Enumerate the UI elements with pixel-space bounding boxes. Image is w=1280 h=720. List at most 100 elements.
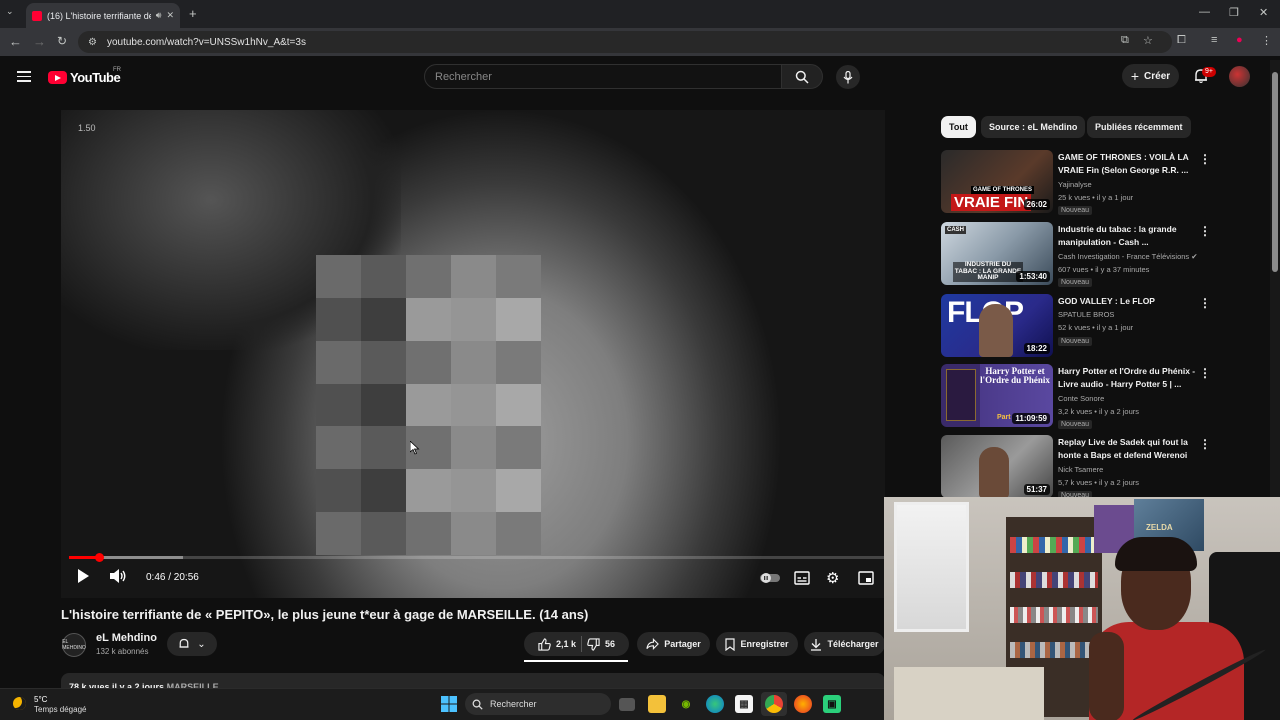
- hamburger-icon[interactable]: [17, 71, 31, 82]
- edge-icon[interactable]: [706, 695, 724, 713]
- install-icon[interactable]: ⧉: [1121, 34, 1129, 47]
- minimize-icon[interactable]: —: [1199, 6, 1210, 18]
- chip-recent[interactable]: Publiées récemment: [1087, 116, 1191, 138]
- browser-tab[interactable]: (16) L'histoire terrifiante de 🔊︎ ✕: [26, 3, 180, 28]
- like-underline: [524, 660, 628, 662]
- suggestion-item[interactable]: FLOP 18:22 GOD VALLEY : Le FLOP SPATULE …: [941, 294, 1261, 358]
- app-icon[interactable]: ▣: [823, 695, 841, 713]
- suggestion-thumbnail[interactable]: Harry Potter et l'Ordre du Phénix Part 1…: [941, 364, 1053, 427]
- subtitles-icon[interactable]: [794, 571, 810, 585]
- suggestion-channel[interactable]: SPATULE BROS: [1058, 310, 1114, 319]
- profile-icon[interactable]: ●: [1236, 34, 1243, 46]
- suggestion-stats: 52 k vues • il y a 1 jour: [1058, 323, 1134, 332]
- mosaic-block: [361, 297, 406, 341]
- task-view-icon[interactable]: [619, 698, 635, 711]
- back-icon[interactable]: ←: [9, 34, 22, 49]
- autoplay-toggle-icon[interactable]: [759, 572, 781, 584]
- suggestion-item[interactable]: GAME OF THRONES VRAIE FIN 26:02 GAME OF …: [941, 150, 1261, 215]
- chrome-icon[interactable]: [765, 695, 783, 713]
- mosaic-block: [496, 426, 541, 470]
- weather-description[interactable]: Temps dégagé: [34, 705, 86, 714]
- like-button[interactable]: 2,1 k: [538, 637, 576, 651]
- suggestion-channel[interactable]: Nick Tsamere: [1058, 465, 1103, 474]
- tab-list-icon[interactable]: ⌄: [6, 6, 14, 17]
- play-icon[interactable]: [76, 568, 90, 584]
- streamer: [1089, 537, 1244, 720]
- suggestion-channel[interactable]: Cash Investigation - France Télévisions …: [1058, 252, 1198, 261]
- settings-gear-icon[interactable]: ⚙: [826, 569, 839, 587]
- channel-avatar[interactable]: EL MEHDINO: [62, 633, 86, 657]
- create-button[interactable]: + Créer: [1122, 64, 1179, 88]
- extensions-icon[interactable]: ⧠: [1177, 34, 1186, 47]
- suggestion-item[interactable]: Harry Potter et l'Ordre du Phénix Part 1…: [941, 364, 1261, 429]
- nvidia-icon[interactable]: ◉: [677, 695, 695, 713]
- mosaic-block: [316, 426, 361, 470]
- dislike-button[interactable]: 56: [587, 637, 615, 651]
- miniplayer-icon[interactable]: [858, 571, 874, 585]
- new-tab-icon[interactable]: +: [189, 6, 197, 21]
- reload-icon[interactable]: ↻: [57, 34, 67, 48]
- suggestion-item[interactable]: CASH INDUSTRIE DU TABAC : LA GRANDE MANI…: [941, 222, 1261, 287]
- suggestion-item[interactable]: 51:37 Replay Live de Sadek qui fout la h…: [941, 435, 1261, 500]
- forward-icon[interactable]: →: [33, 34, 46, 49]
- save-label: Enregistrer: [740, 639, 789, 649]
- star-icon[interactable]: ☆: [1143, 34, 1153, 47]
- channel-name[interactable]: eL Mehdino: [96, 632, 157, 644]
- progress-bar[interactable]: [69, 553, 885, 562]
- mosaic-block: [361, 469, 406, 513]
- taskbar-search[interactable]: Rechercher: [465, 693, 611, 715]
- media-icon[interactable]: ≡: [1211, 34, 1217, 46]
- poster-text: ZELDA: [1146, 523, 1173, 532]
- volume-icon[interactable]: [109, 568, 127, 584]
- search-button[interactable]: [781, 64, 823, 89]
- chevron-down-icon: ⌄: [197, 638, 206, 650]
- search-input[interactable]: Rechercher: [424, 64, 782, 89]
- more-actions-icon[interactable]: ⋮: [1199, 366, 1211, 380]
- mosaic-block: [451, 426, 496, 470]
- voice-search-button[interactable]: [836, 65, 860, 89]
- share-button[interactable]: Partager: [637, 632, 710, 656]
- chip-label: Source : eL Mehdino: [989, 122, 1078, 132]
- chip-source[interactable]: Source : eL Mehdino: [981, 116, 1086, 138]
- mosaic-block: [361, 426, 406, 470]
- store-icon[interactable]: ▦: [735, 695, 753, 713]
- shelf-row: [1010, 607, 1098, 623]
- scrollbar-thumb[interactable]: [1272, 72, 1278, 272]
- suggestion-thumbnail[interactable]: FLOP 18:22: [941, 294, 1053, 357]
- menu-icon[interactable]: ⋮: [1261, 34, 1272, 47]
- sound-icon[interactable]: 🔊︎: [156, 10, 162, 21]
- like-count: 2,1 k: [555, 639, 576, 649]
- chip-all[interactable]: Tout: [941, 116, 976, 138]
- chip-label: Publiées récemment: [1095, 122, 1183, 132]
- webcam-overlay: ZELDA: [884, 497, 1280, 720]
- site-info-icon[interactable]: ⚙: [88, 37, 97, 48]
- suggestion-thumbnail[interactable]: GAME OF THRONES VRAIE FIN 26:02: [941, 150, 1053, 213]
- video-player[interactable]: 1.50 0:46 / 20:56 ⚙: [61, 110, 885, 598]
- subscription-bell-button[interactable]: ⌄: [167, 632, 217, 656]
- close-window-icon[interactable]: ✕: [1259, 6, 1268, 19]
- maximize-icon[interactable]: ❐: [1229, 6, 1239, 19]
- more-actions-icon[interactable]: ⋮: [1199, 152, 1211, 166]
- suggestion-thumbnail[interactable]: 51:37: [941, 435, 1053, 498]
- close-tab-icon[interactable]: ✕: [166, 10, 174, 21]
- suggestion-channel[interactable]: Conte Sonore: [1058, 394, 1104, 403]
- like-dislike-group: 2,1 k 56: [524, 632, 629, 656]
- more-actions-icon[interactable]: ⋮: [1199, 437, 1211, 451]
- save-button[interactable]: Enregistrer: [716, 632, 798, 656]
- account-avatar[interactable]: [1229, 66, 1250, 87]
- suggestion-channel[interactable]: Yajinalyse: [1058, 180, 1092, 189]
- weather-temperature[interactable]: 5°C: [34, 695, 47, 704]
- new-badge: Nouveau: [1058, 337, 1093, 346]
- firefox-icon[interactable]: [794, 695, 812, 713]
- windows-start-icon[interactable]: [440, 695, 458, 713]
- suggestion-thumbnail[interactable]: CASH INDUSTRIE DU TABAC : LA GRANDE MANI…: [941, 222, 1053, 285]
- more-actions-icon[interactable]: ⋮: [1199, 296, 1211, 310]
- share-label: Partager: [664, 639, 701, 649]
- weather-moon-icon[interactable]: [13, 697, 26, 710]
- more-actions-icon[interactable]: ⋮: [1199, 224, 1211, 238]
- address-bar[interactable]: ⚙ youtube.com/watch?v=UNSSw1hNv_A&t=3s: [78, 31, 1172, 53]
- download-button[interactable]: Télécharger: [804, 632, 885, 656]
- file-explorer-icon[interactable]: [648, 695, 666, 713]
- bell-icon: [179, 638, 189, 648]
- youtube-logo[interactable]: YouTube FR: [48, 67, 121, 85]
